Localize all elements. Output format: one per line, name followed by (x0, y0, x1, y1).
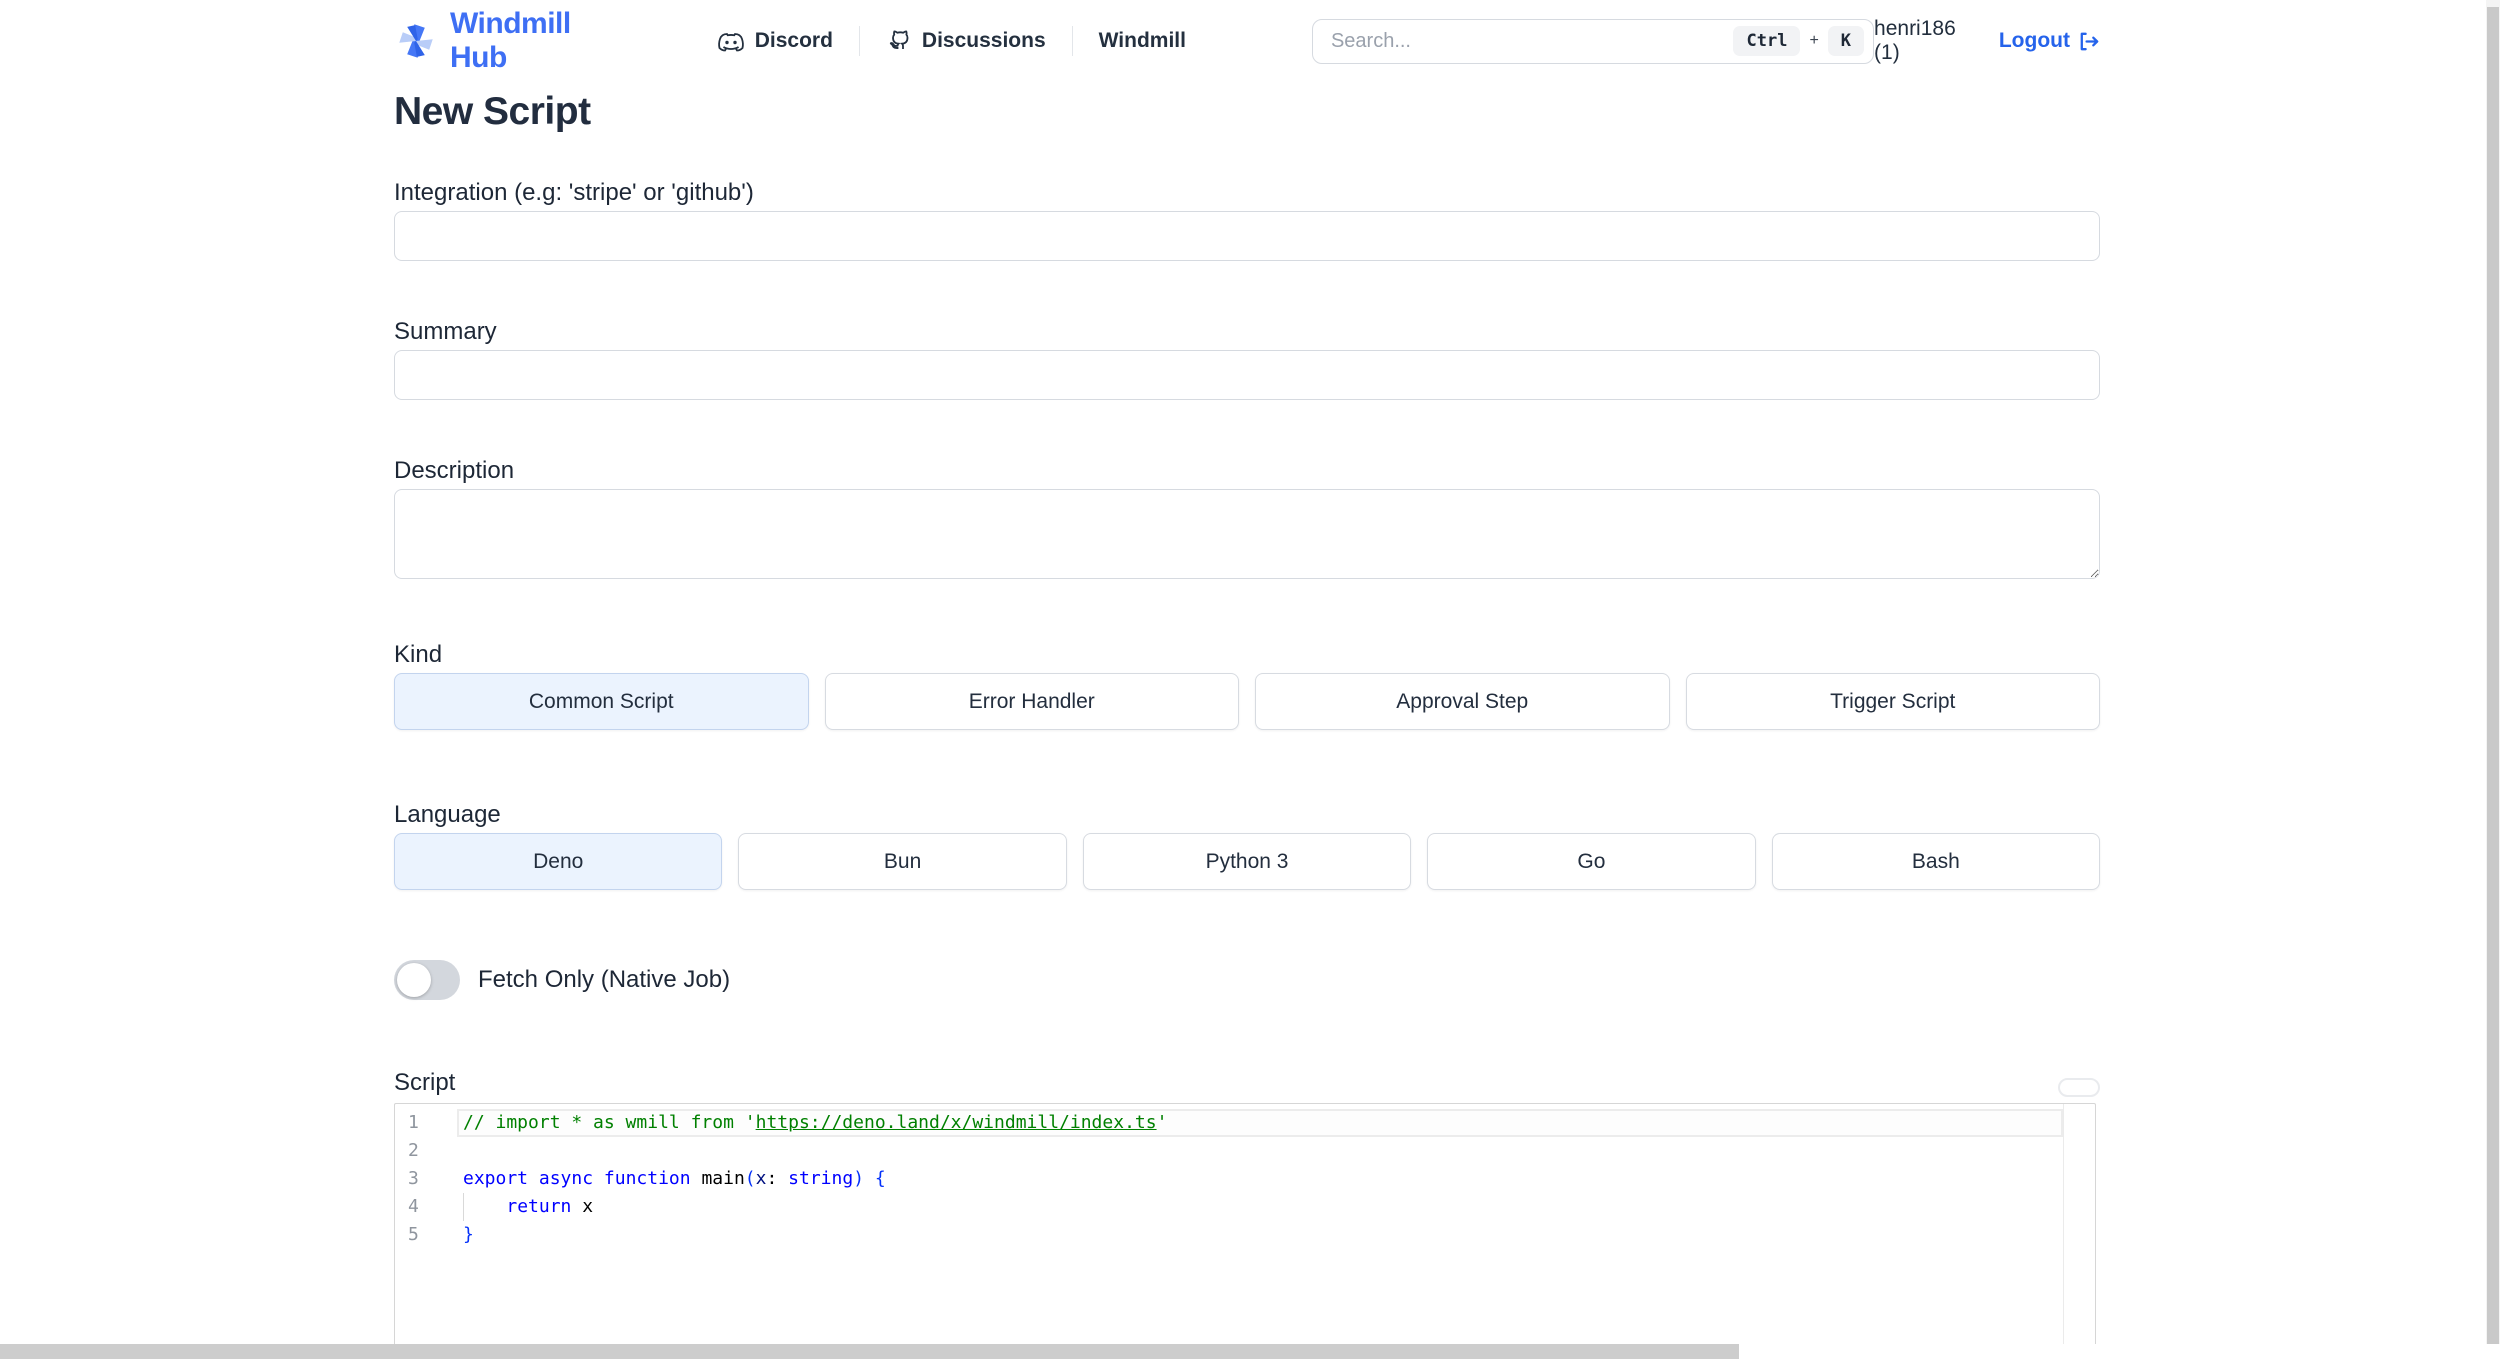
fetch-only-toggle[interactable] (394, 960, 460, 1000)
kind-option-trigger-script[interactable]: Trigger Script (1685, 673, 2100, 730)
logout-icon (2077, 30, 2100, 53)
code-text: // import * as wmill from 'https://deno.… (463, 1112, 1168, 1133)
code-text: return x (506, 1196, 594, 1217)
line-number: 1 (408, 1112, 419, 1133)
language-option-bun[interactable]: Bun (738, 833, 1067, 890)
kind-options: Common Script Error Handler Approval Step T… (394, 673, 2100, 730)
nav-item-discord[interactable]: Discord (717, 29, 859, 53)
github-icon (886, 28, 912, 54)
summary-input[interactable] (394, 350, 2100, 400)
kind-option-common-script[interactable]: Common Script (394, 673, 809, 730)
discord-icon (717, 30, 745, 52)
windmill-logo-icon (394, 19, 438, 63)
search-shortcut: Ctrl + K (1733, 26, 1865, 56)
logout-label: Logout (1998, 29, 2070, 52)
code-text: export async function main(x: string) { (463, 1168, 886, 1189)
brand-title: Windmill Hub (450, 7, 571, 74)
kind-option-approval-step[interactable]: Approval Step (1255, 673, 1670, 730)
fetch-only-row: Fetch Only (Native Job) (394, 960, 2100, 1000)
nav-item-label: Discord (754, 29, 833, 52)
logout-link[interactable]: Logout (1999, 29, 2100, 53)
code-editor[interactable]: 1 // import * as wmill from 'https://deno… (394, 1103, 2096, 1359)
brand-link[interactable]: Windmill Hub (394, 7, 629, 75)
windmill-hub-page: Windmill Hub Discord Discussions Windmil… (0, 0, 2500, 1359)
code-line-3[interactable]: 3 export async function main(x: string) { (395, 1165, 2095, 1193)
fetch-only-label: Fetch Only (Native Job) (478, 966, 731, 993)
integration-label: Integration (e.g: 'stripe' or 'github') (394, 179, 754, 206)
nav-item-discussions[interactable]: Discussions (860, 28, 1072, 54)
code-line-2[interactable]: 2 (395, 1137, 2095, 1165)
nav-item-label: Windmill (1098, 29, 1186, 52)
integration-input[interactable] (394, 211, 2100, 261)
language-label: Language (394, 801, 501, 828)
language-option-python-3[interactable]: Python 3 (1082, 833, 1412, 890)
toggle-knob (397, 963, 431, 997)
username-label: henri186 (1) (1874, 17, 1956, 64)
kbd-k: K (1827, 26, 1865, 56)
kind-option-error-handler[interactable]: Error Handler (824, 673, 1239, 730)
editor-settings-pill-button[interactable] (2058, 1078, 2100, 1097)
horizontal-scrollbar-thumb[interactable] (0, 1344, 1739, 1359)
summary-label: Summary (394, 318, 497, 345)
script-label: Script (394, 1069, 456, 1096)
main-nav: Discord Discussions Windmill (717, 26, 1212, 56)
code-line-1[interactable]: 1 // import * as wmill from 'https://deno… (395, 1109, 2095, 1137)
code-line-4[interactable]: 4 return x (395, 1193, 2095, 1221)
script-header: Script (394, 1068, 2100, 1097)
line-number: 3 (408, 1168, 419, 1189)
language-option-bash[interactable]: Bash (1771, 833, 2101, 890)
user-area: henri186 (1) Logout (1874, 17, 2100, 65)
code-area: 1 // import * as wmill from 'https://deno… (395, 1109, 2095, 1249)
page-title: New Script (394, 90, 591, 133)
description-textarea[interactable] (394, 489, 2100, 579)
kbd-ctrl: Ctrl (1733, 26, 1801, 56)
vertical-scrollbar-thumb[interactable] (2487, 7, 2499, 1352)
horizontal-scrollbar[interactable] (0, 1344, 2500, 1359)
language-options: Deno Bun Python 3 Go Bash (394, 833, 2101, 890)
line-number: 5 (408, 1224, 419, 1245)
kind-label: Kind (394, 641, 443, 668)
language-option-go[interactable]: Go (1427, 833, 1756, 890)
code-line-5[interactable]: 5} (395, 1221, 2095, 1249)
line-number: 2 (408, 1140, 419, 1161)
code-text: } (463, 1224, 474, 1245)
language-option-deno[interactable]: Deno (394, 833, 723, 890)
kbd-plus-sign: + (1809, 32, 1819, 49)
vertical-scrollbar[interactable] (2486, 0, 2500, 1359)
top-navigation-bar: Windmill Hub Discord Discussions Windmil… (394, 0, 2100, 74)
line-number: 4 (408, 1196, 419, 1217)
nav-item-windmill[interactable]: Windmill (1073, 29, 1212, 53)
nav-item-label: Discussions (921, 29, 1046, 52)
search-box: Ctrl + K (1311, 18, 1875, 64)
description-label: Description (394, 457, 515, 484)
